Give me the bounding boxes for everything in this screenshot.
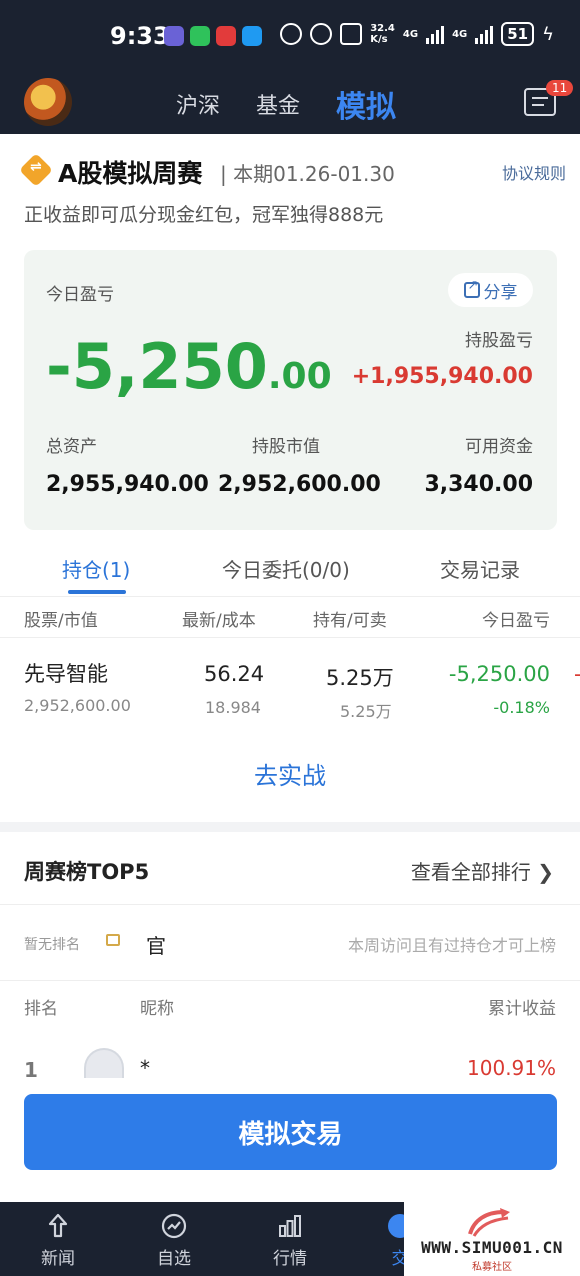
col-cumulative-return: 累计收益 (488, 999, 556, 1019)
go-real-trading-link[interactable]: 去实战 (0, 756, 580, 791)
nav-tab-fund[interactable]: 基金 (256, 88, 300, 120)
no-rank-tip: 本周访问且有过持仓才可上榜 (347, 936, 556, 955)
total-assets-value: 2,955,940.00 (46, 472, 209, 497)
col-rank: 排名 (24, 999, 58, 1019)
section-divider (0, 822, 580, 832)
contest-subtitle: 正收益即可瓜分现金红包，冠军独得888元 (24, 204, 384, 226)
contest-coin-icon (19, 153, 53, 187)
rank-avatar (84, 1048, 124, 1078)
table-row[interactable]: 先导智能 2,952,600.00 56.24 18.984 5.25万 5.2… (0, 640, 580, 730)
positions-table-header: 股票/市值 最新/成本 持有/可卖 今日盈亏 (0, 596, 580, 638)
charging-icon: ϟ (542, 23, 554, 45)
rank-number: 1 (24, 1058, 38, 1082)
stock-today-pl: -5,250.00 (448, 662, 550, 686)
col-stock: 股票/市值 (24, 611, 98, 631)
message-badge: 11 (546, 80, 574, 96)
network-speed: 32.4 K/s (370, 23, 395, 45)
col-hold: 持有/可卖 (313, 611, 387, 631)
stock-name: 先导智能 (24, 662, 108, 686)
nav-tab-simulation[interactable]: 模拟 (336, 82, 396, 126)
active-tab-indicator (68, 590, 126, 594)
share-label: 分享 (483, 282, 518, 303)
holding-pl-label: 持股盈亏 (465, 331, 533, 351)
col-price: 最新/成本 (182, 611, 256, 631)
divider (0, 904, 580, 905)
available-value: 3,340.00 (424, 472, 533, 497)
no-rank-label: 暂无排名 (24, 937, 80, 953)
bottom-nav-news[interactable]: 新闻 (28, 1212, 88, 1269)
stock-available: 5.25万 (340, 702, 392, 721)
sim-trade-button[interactable]: 模拟交易 (24, 1094, 557, 1170)
view-all-ranking-link[interactable]: 查看全部排行 ❯ (411, 856, 554, 885)
stock-today-pl-pct: -0.18% (493, 698, 550, 717)
share-icon (463, 278, 480, 298)
contest-period: | 本期01.26-01.30 (220, 162, 395, 186)
my-nickname: 官 (146, 934, 166, 958)
rules-link[interactable]: 协议规则 (502, 160, 566, 184)
user-avatar[interactable] (24, 78, 72, 126)
status-time: 9:33 (110, 22, 170, 50)
market-value-value: 2,952,600.00 (218, 472, 381, 497)
position-tabs: 持仓(1) 今日委托(0/0) 交易记录 (0, 550, 580, 596)
market-value-label: 持股市值 (252, 437, 320, 457)
stock-cost: 18.984 (205, 698, 261, 717)
nav-tabs: 沪深 基金 模拟 (176, 74, 396, 134)
watermark-logo-icon (468, 1208, 510, 1237)
wechat-icon (190, 26, 210, 46)
nav-tab-hushen[interactable]: 沪深 (176, 88, 220, 120)
mute-icon (340, 23, 363, 45)
bottom-nav-watchlist[interactable]: 自选 (144, 1212, 204, 1269)
stock-overflow-value: - (574, 662, 580, 686)
available-label: 可用资金 (465, 437, 533, 457)
watermark: WWW.SIMU001.CN 私募社区 (404, 1202, 580, 1276)
watchlist-icon (161, 1213, 187, 1239)
signal-icon (475, 24, 494, 44)
signal-icon (426, 24, 445, 44)
network-label-2: 4G (452, 28, 468, 40)
rank-return: 100.91% (467, 1056, 556, 1080)
battery-icon: 51 (501, 22, 535, 46)
stock-app-icon (216, 26, 236, 46)
app-notification-icon (164, 26, 184, 46)
leaderboard-title: 周赛榜TOP5 (24, 860, 150, 884)
search-app-icon (242, 26, 262, 46)
status-bar: 9:33 32.4 K/s 4G 4G 51 ϟ (0, 0, 580, 74)
stock-market-value: 2,952,600.00 (24, 696, 131, 715)
stock-hold: 5.25万 (326, 666, 394, 690)
holding-pl-value: +1,955,940.00 (351, 364, 533, 389)
col-nickname: 昵称 (140, 999, 174, 1019)
top-nav: 沪深 基金 模拟 (0, 74, 580, 134)
account-summary-card: 今日盈亏 分享 -5,250.00 持股盈亏 +1,955,940.00 总资产… (24, 250, 557, 530)
tab-trade-history[interactable]: 交易记录 (440, 554, 520, 583)
news-icon (48, 1213, 68, 1238)
divider (0, 980, 580, 981)
status-app-icons (164, 26, 262, 46)
watermark-url: WWW.SIMU001.CN (421, 1238, 563, 1257)
status-indicators: 32.4 K/s 4G 4G 51 ϟ (280, 22, 554, 46)
share-button[interactable]: 分享 (448, 273, 533, 307)
rank-nickname: * (140, 1056, 150, 1080)
network-label-1: 4G (402, 28, 419, 40)
watermark-subtitle: 私募社区 (472, 1262, 512, 1273)
col-today-pl: 今日盈亏 (482, 611, 550, 631)
total-assets-label: 总资产 (46, 437, 97, 457)
stock-price: 56.24 (204, 662, 265, 686)
small-avatar-icon (106, 934, 120, 946)
chevron-right-icon: ❯ (537, 860, 554, 884)
tab-positions[interactable]: 持仓(1) (62, 554, 130, 583)
bottom-nav-market[interactable]: 行情 (260, 1212, 320, 1269)
tab-today-orders[interactable]: 今日委托(0/0) (222, 554, 350, 583)
today-pl-value: -5,250.00 (46, 330, 332, 403)
alarm-icon (310, 23, 333, 45)
market-icon (279, 1215, 301, 1237)
contest-title: A股模拟周赛 (58, 159, 203, 188)
eye-icon (280, 23, 303, 45)
today-pl-label: 今日盈亏 (46, 285, 114, 305)
